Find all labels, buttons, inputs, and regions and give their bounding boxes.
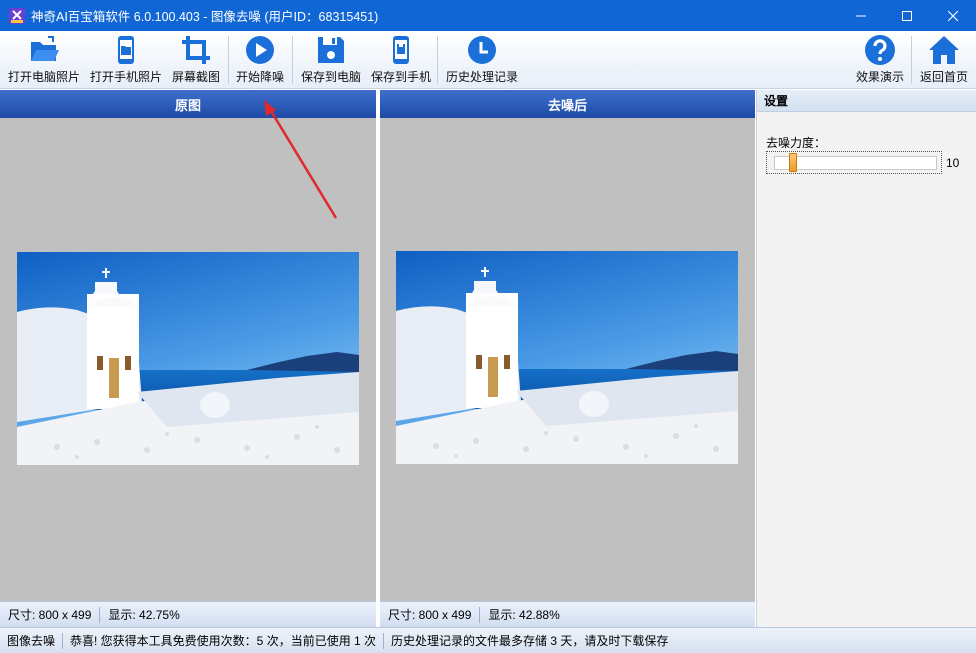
save-to-phone-label: 保存到手机	[370, 70, 431, 84]
open-pc-photo-label: 打开电脑照片	[7, 70, 80, 84]
history-label: 历史处理记录	[445, 70, 518, 84]
minimize-button[interactable]	[838, 0, 884, 31]
status-mode: 图像去噪	[7, 634, 56, 648]
toolbar-divider	[228, 36, 229, 84]
status-bar: 图像去噪 恭喜! 您获得本工具免费使用次数：5 次，当前已使用 1 次 历史处理…	[0, 627, 976, 653]
denoised-display-text: 显示: 42.88%	[488, 608, 560, 622]
denoised-image-panel: 去噪后 尺寸: 800 x 499 显示: 42.88%	[380, 90, 755, 627]
open-pc-photo-button[interactable]: 打开电脑照片	[5, 34, 83, 86]
save-disk-icon	[318, 37, 344, 63]
app-logo-icon	[9, 7, 25, 24]
settings-title: 设置	[757, 90, 976, 112]
denoised-size-text: 尺寸: 800 x 499	[388, 608, 472, 622]
folder-open-icon	[31, 36, 59, 61]
minimize-icon	[856, 15, 866, 16]
crop-icon	[182, 36, 210, 64]
title-bar: 神奇AI百宝箱软件 6.0.100.403 - 图像去噪 (用户ID：68315…	[0, 0, 976, 31]
screenshot-button[interactable]: 屏幕截图	[167, 34, 225, 86]
toolbar-divider	[292, 36, 293, 84]
demo-button[interactable]: 效果演示	[852, 34, 908, 86]
play-icon	[246, 36, 274, 64]
denoise-strength-value: 10	[946, 156, 960, 170]
original-panel-footer: 尺寸: 800 x 499 显示: 42.75%	[0, 601, 376, 627]
denoised-photo[interactable]	[396, 251, 738, 464]
help-icon	[865, 35, 895, 65]
toolbar-divider	[911, 36, 912, 84]
screenshot-label: 屏幕截图	[171, 70, 220, 84]
phone-folder-icon	[118, 36, 134, 64]
settings-panel: 设置 去噪力度： 10	[756, 90, 976, 627]
toolbar: 打开电脑照片 打开手机照片 屏幕截图 开始降噪 保存到电脑 保存到手机 历史处理…	[0, 31, 976, 89]
save-to-pc-label: 保存到电脑	[300, 70, 361, 84]
history-button[interactable]: 历史处理记录	[441, 34, 523, 86]
slider-track[interactable]	[774, 156, 937, 170]
maximize-icon	[902, 10, 912, 21]
home-button[interactable]: 返回首页	[915, 34, 973, 86]
open-phone-photo-label: 打开手机照片	[89, 70, 162, 84]
home-icon	[929, 36, 959, 64]
denoise-strength-label: 去噪力度：	[766, 136, 827, 150]
save-to-phone-button[interactable]: 保存到手机	[366, 34, 436, 86]
status-usage: 恭喜! 您获得本工具免费使用次数：5 次，当前已使用 1 次	[70, 634, 377, 648]
original-photo[interactable]	[17, 252, 359, 465]
denoised-panel-title: 去噪后	[380, 90, 755, 118]
toolbar-divider	[437, 36, 438, 84]
clock-icon	[468, 36, 496, 64]
home-label: 返回首页	[919, 70, 968, 84]
original-display-text: 显示: 42.75%	[108, 608, 180, 622]
maximize-button[interactable]	[884, 0, 930, 31]
denoise-strength-slider[interactable]	[766, 151, 942, 174]
close-icon	[948, 10, 958, 21]
start-denoise-label: 开始降噪	[235, 70, 284, 84]
save-to-pc-button[interactable]: 保存到电脑	[296, 34, 366, 86]
denoised-panel-footer: 尺寸: 800 x 499 显示: 42.88%	[380, 601, 755, 627]
status-notice: 历史处理记录的文件最多存储 3 天，请及时下载保存	[391, 634, 669, 648]
start-denoise-button[interactable]: 开始降噪	[231, 34, 289, 86]
open-phone-photo-button[interactable]: 打开手机照片	[87, 34, 165, 86]
close-button[interactable]	[930, 0, 976, 31]
original-image-panel: 原图 尺寸: 800 x 499 显示: 42.75%	[0, 90, 376, 627]
phone-save-icon	[393, 36, 409, 64]
original-size-text: 尺寸: 800 x 499	[8, 608, 92, 622]
slider-thumb[interactable]	[788, 153, 797, 172]
window-title: 神奇AI百宝箱软件 6.0.100.403 - 图像去噪 (用户ID：68315…	[31, 10, 379, 24]
original-panel-title: 原图	[0, 90, 376, 118]
demo-label: 效果演示	[855, 70, 904, 84]
